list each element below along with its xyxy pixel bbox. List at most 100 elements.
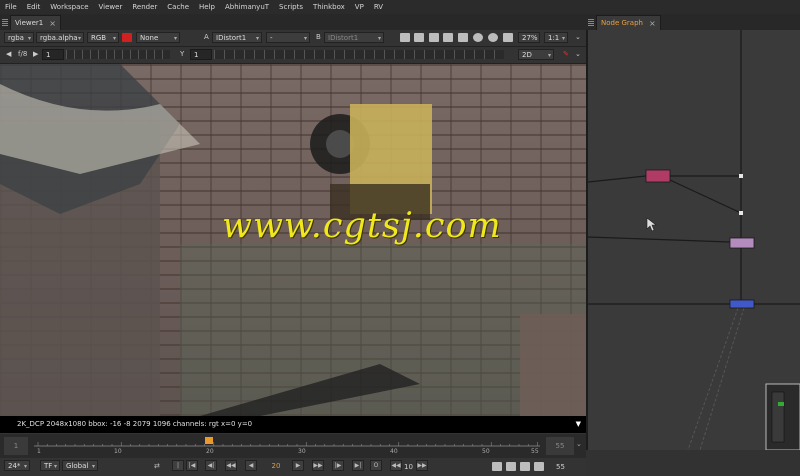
menu-rv[interactable]: RV — [369, 3, 388, 11]
chevron-down-icon[interactable]: ⌄ — [575, 50, 581, 58]
wipe-dropdown[interactable]: - ▾ — [266, 32, 310, 43]
menu-thinkbox[interactable]: Thinkbox — [308, 3, 350, 11]
gear-icon[interactable] — [488, 33, 498, 42]
clip-warning-icon[interactable] — [429, 33, 439, 42]
menu-edit[interactable]: Edit — [22, 3, 46, 11]
menu-viewer[interactable]: Viewer — [94, 3, 128, 11]
grip-icon[interactable] — [0, 16, 10, 30]
status-text: 2K_DCP 2048x1080 bbox: -16 -8 2079 1096 … — [17, 420, 253, 428]
play-icon[interactable]: ▶ — [292, 460, 304, 471]
playback-controls: 24* ▾ TF ▾ Global ▾ ⇄ | |◀ ◀| ◀◀ ◀ 20 ▶ ▶▶ … — [0, 458, 586, 476]
fps-dropdown[interactable]: 24* ▾ — [4, 460, 30, 471]
in-point-icon[interactable]: | — [172, 460, 184, 471]
next-arrow-icon[interactable]: ▶ — [33, 50, 38, 58]
gamma-field[interactable]: 1 — [190, 49, 212, 60]
last-frame-icon[interactable]: ▶| — [352, 460, 364, 471]
input-b-dropdown[interactable]: IDistort1 ▾ — [324, 32, 384, 43]
status-dropdown-icon[interactable]: ▼ — [576, 416, 581, 433]
next-keyframe-icon[interactable]: |▶ — [332, 460, 344, 471]
prev-arrow-icon[interactable]: ◀ — [6, 50, 11, 58]
chevron-down-icon[interactable]: ⌄ — [576, 440, 582, 448]
prev-keyframe-icon[interactable]: ◀| — [205, 460, 217, 471]
first-frame-icon[interactable]: |◀ — [186, 460, 198, 471]
viewer-toolbar-top: rgba ▾ rgba.alpha ▾ RGB ▾ None ▾ A IDistort1… — [0, 30, 586, 47]
nodegraph-tab-row: Node Graph × — [586, 14, 800, 30]
overlay-icon[interactable] — [443, 33, 453, 42]
range-dropdown[interactable]: Global ▾ — [62, 460, 98, 471]
close-icon[interactable]: × — [49, 19, 56, 28]
menu-file[interactable]: File — [0, 3, 22, 11]
tab-viewer1[interactable]: Viewer1 × — [10, 15, 61, 30]
menu-render[interactable]: Render — [127, 3, 162, 11]
dot-node-2 — [739, 211, 743, 215]
tf-dropdown[interactable]: TF ▾ — [40, 460, 60, 471]
view-mode-dropdown[interactable]: 2D ▾ — [518, 49, 554, 60]
gain-slider[interactable] — [66, 50, 170, 59]
loop-icon[interactable]: ⇄ — [154, 462, 160, 470]
play-reverse-icon[interactable]: ◀ — [245, 460, 257, 471]
chevron-down-icon: ▾ — [255, 35, 259, 42]
channels-dropdown[interactable]: rgba ▾ — [4, 32, 34, 43]
lut-dropdown[interactable]: None ▾ — [136, 32, 180, 43]
chevron-down-icon: ▾ — [561, 35, 565, 42]
tick-label-20: 20 — [206, 448, 214, 455]
current-frame-field[interactable]: 20 — [264, 461, 288, 472]
menu-vp[interactable]: VP — [350, 3, 369, 11]
menu-abhimanyut[interactable]: AbhimanyuT — [220, 3, 274, 11]
timeline-ruler — [34, 437, 540, 447]
menu-help[interactable]: Help — [194, 3, 220, 11]
timeline-end-field[interactable]: 55 — [546, 437, 574, 455]
refresh-icon[interactable] — [473, 33, 483, 42]
menu-workspace[interactable]: Workspace — [45, 3, 93, 11]
roi-icon[interactable] — [400, 33, 410, 42]
playhead-icon — [205, 437, 213, 444]
skip-forward-icon[interactable]: ▶▶ — [416, 460, 428, 471]
menu-cache[interactable]: Cache — [162, 3, 194, 11]
chevron-down-icon: ▾ — [173, 35, 177, 42]
minimap-node — [778, 402, 784, 406]
gain-field[interactable]: 1 — [42, 49, 64, 60]
fstop-label: f/8 — [18, 50, 28, 58]
pause-icon[interactable] — [503, 33, 513, 42]
timeline[interactable]: 1 55 1 10 20 30 40 50 55 ⌄ — [0, 434, 586, 458]
step-back-icon[interactable]: ◀◀ — [225, 460, 237, 471]
menu-scripts[interactable]: Scripts — [274, 3, 308, 11]
gain-value: 1 — [46, 51, 51, 59]
skip-back-icon[interactable]: ◀◀ — [390, 460, 402, 471]
ratio-dropdown[interactable]: 1:1 ▾ — [544, 32, 568, 43]
colorspace-dropdown[interactable]: RGB ▾ — [87, 32, 119, 43]
stop-icon[interactable] — [506, 462, 516, 471]
expand-icon[interactable] — [534, 462, 544, 471]
zoom-dropdown[interactable]: 27% — [518, 32, 540, 43]
input-a-dropdown[interactable]: IDistort1 ▾ — [212, 32, 262, 43]
out-point-icon[interactable]: O — [370, 460, 382, 471]
step-value[interactable]: 10 — [404, 463, 413, 471]
node-3 — [729, 299, 755, 309]
chevron-down-icon: ▾ — [77, 35, 81, 42]
flipbook-play-icon[interactable] — [492, 462, 502, 471]
chevron-down-icon[interactable]: ⌄ — [575, 33, 581, 41]
status-bar: 2K_DCP 2048x1080 bbox: -16 -8 2079 1096 … — [0, 416, 586, 433]
watermark-text: www.cgtsj.com — [222, 206, 502, 246]
tab-node-graph[interactable]: Node Graph × — [596, 15, 661, 30]
timeline-start-field[interactable]: 1 — [4, 437, 28, 455]
close-icon[interactable]: × — [649, 19, 656, 28]
chevron-down-icon: ▾ — [303, 35, 307, 42]
lut-value: None — [140, 34, 159, 42]
node-graph-panel[interactable] — [586, 30, 800, 450]
gamma-slider[interactable] — [214, 50, 504, 59]
viewer-toolbar-bottom: ◀ f/8 ▶ 1 Y 1 2D ▾ ✎ ⌄ — [0, 47, 586, 64]
dot-node-1 — [739, 174, 743, 178]
chevron-down-icon: ▾ — [27, 35, 31, 42]
viewer-tab-row: Viewer1 × — [0, 14, 586, 30]
grip-icon[interactable] — [586, 16, 596, 30]
guides-icon[interactable] — [458, 33, 468, 42]
alpha-dropdown[interactable]: rgba.alpha ▾ — [36, 32, 84, 43]
lut-color-icon[interactable] — [122, 33, 132, 42]
view-mode-value: 2D — [522, 51, 532, 59]
proxy-icon[interactable] — [414, 33, 424, 42]
pencil-icon[interactable]: ✎ — [563, 50, 569, 58]
lock-icon[interactable] — [520, 462, 530, 471]
input-a-value: IDistort1 — [216, 34, 247, 42]
step-forward-icon[interactable]: ▶▶ — [312, 460, 324, 471]
